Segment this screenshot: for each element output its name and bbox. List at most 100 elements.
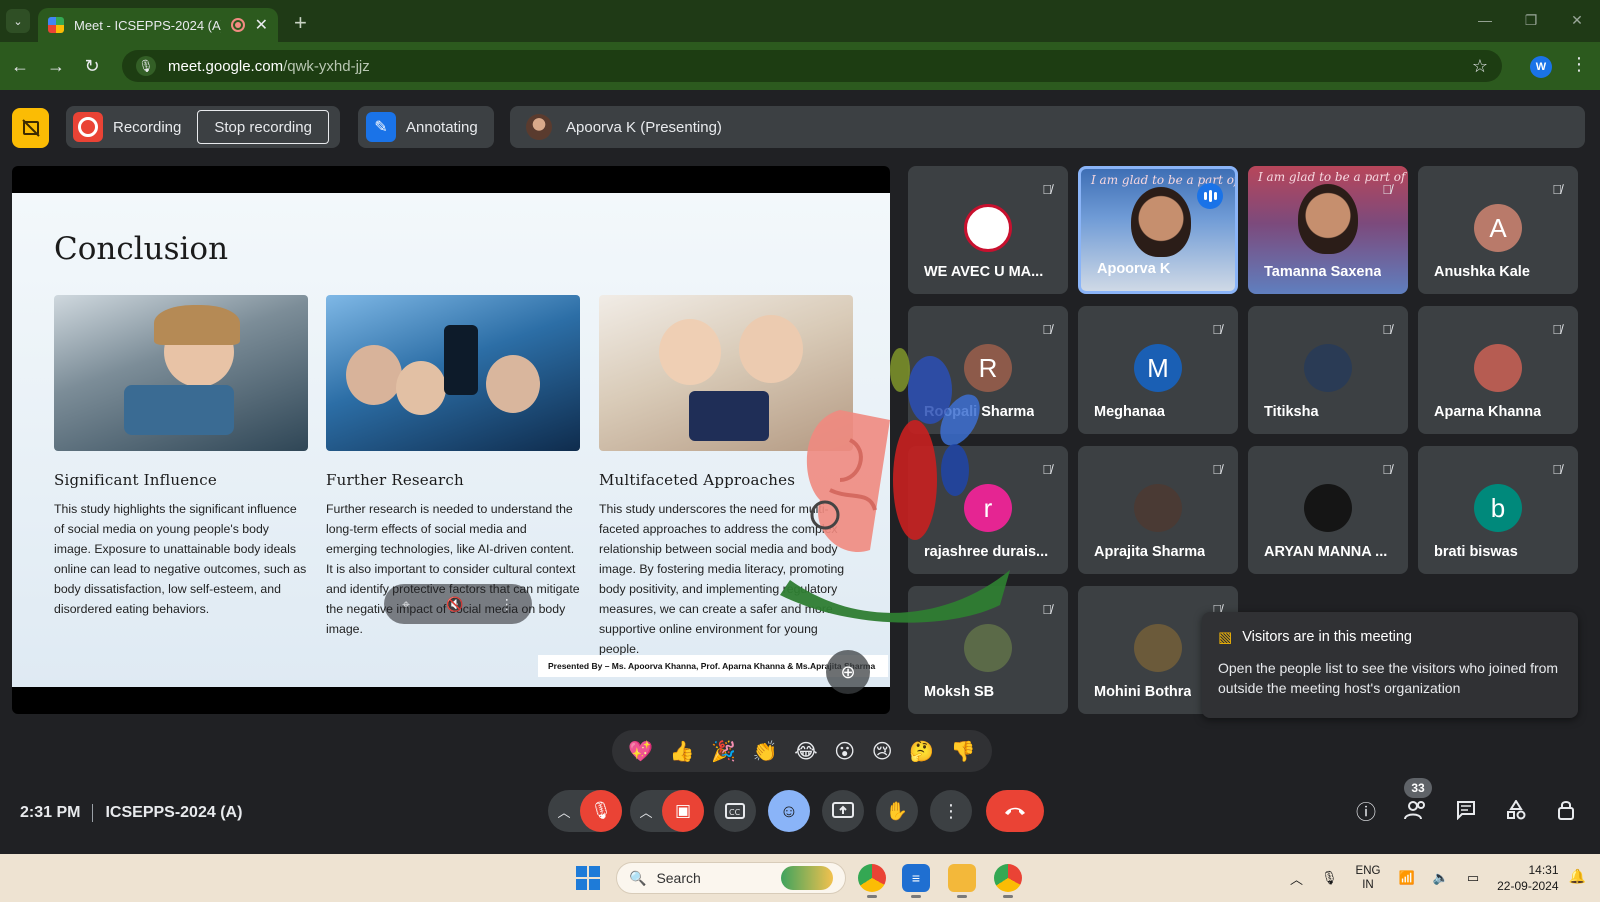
presenting-chip[interactable]: Apoorva K (Presenting) [510,106,1585,148]
participant-tile[interactable]: 🎙̸ Aparna Khanna [1418,306,1578,434]
browser-tab-meet[interactable]: Meet - ICSEPPS-2024 (A) ✕ [38,8,278,42]
mic-muted-icon: 🎙̸ [1212,322,1222,337]
visitors-warning-button[interactable] [12,108,49,148]
reaction-heart[interactable]: 💖 [628,739,653,763]
volume-muted-icon[interactable]: 🔈 [1433,870,1449,886]
chat-button[interactable] [1452,796,1480,824]
annotating-chip[interactable]: ✎ Annotating [358,106,494,148]
notepad-app-icon[interactable]: ≡ [902,864,930,898]
reaction-laugh[interactable]: 😂 [794,739,817,763]
people-icon [1404,801,1425,820]
mic-off-button[interactable]: 🎙 [580,790,622,832]
emoji-reactions-button[interactable]: ☺ [768,790,810,832]
restore-icon[interactable]: ❐ [1508,12,1554,29]
file-explorer-app-icon[interactable] [948,864,976,898]
windows-start-icon[interactable] [576,866,600,890]
participant-avatar: b [1474,484,1522,532]
toast-title-text: Visitors are in this meeting [1242,629,1412,645]
participant-avatar: R [964,344,1012,392]
site-mic-icon[interactable]: 🎙 [136,56,156,76]
meeting-details-info-icon[interactable]: ⓘ [1352,796,1380,824]
reload-icon[interactable]: ↻ [74,56,110,77]
taskbar-search-box[interactable]: 🔍 Search [616,862,846,894]
camera-options-chevron-icon[interactable]: ︿ [630,802,662,821]
reaction-thumbs-down[interactable]: 👎 [951,739,976,763]
forward-icon[interactable]: → [38,56,74,77]
browser-menu-icon[interactable]: ⋮ [1570,54,1588,75]
raise-hand-button[interactable]: ✋ [876,790,918,832]
slide-column-heading: Multifaceted Approaches [599,471,796,489]
reaction-thinking[interactable]: 🤔 [909,739,934,763]
participant-avatar [1304,344,1352,392]
new-tab-button[interactable]: + [294,10,307,36]
back-icon[interactable]: ← [2,56,38,77]
meeting-time: 2:31 PM [20,804,81,821]
minimize-icon[interactable]: — [1462,12,1508,28]
participant-name: Tamanna Saxena [1264,264,1382,280]
tile-more-icon[interactable]: ⋮ [500,596,514,613]
close-window-icon[interactable]: ✕ [1554,12,1600,29]
recording-label: Recording [113,118,182,136]
annotate-pen-icon: ✎ [366,112,396,142]
wifi-icon[interactable]: 📶 [1398,870,1414,886]
host-controls-button[interactable] [1552,796,1580,824]
slide-column-heading: Further Research [326,471,464,489]
participant-tile[interactable]: 🎙̸ Titiksha [1248,306,1408,434]
reaction-clap[interactable]: 👏 [753,739,778,763]
participant-tile[interactable]: 🎙̸ WE AVEC U MA... [908,166,1068,294]
profile-avatar[interactable]: W [1530,56,1552,78]
captions-button[interactable]: CC [714,790,756,832]
reaction-party[interactable]: 🎉 [711,739,736,763]
system-clock[interactable]: 14:31 22-09-2024 [1497,862,1558,894]
participant-avatar: r [964,484,1012,532]
participant-tile[interactable]: M 🎙̸ Meghanaa [1078,306,1238,434]
participant-tile[interactable]: 🎙̸ Aprajita Sharma [1078,446,1238,574]
url-path: /qwk-yxhd-jjz [283,57,370,75]
camera-off-button[interactable]: ▣ [662,790,704,832]
address-bar[interactable]: 🎙 meet.google.com /qwk-yxhd-jjz ☆ [122,50,1502,82]
tab-close-icon[interactable]: ✕ [255,15,268,35]
mic-muted-icon: 🎙̸ [1552,322,1562,337]
mic-control-group: ︿ 🎙 [548,790,622,832]
participant-tile[interactable]: 🎙̸ Moksh SB [908,586,1068,714]
people-button[interactable]: 33 [1402,778,1432,824]
tile-hover-controls: ⌖ 🔇 ⋮ [384,584,532,624]
zoom-in-icon[interactable]: ⊕ [826,650,870,694]
chrome-app-icon[interactable] [858,864,886,898]
tab-search-icon[interactable]: ⌄ [6,9,30,33]
participant-tile[interactable]: r 🎙̸ rajashree durais... [908,446,1068,574]
reaction-sad[interactable]: 😢 [872,739,893,763]
input-language[interactable]: ENG IN [1356,864,1381,892]
participant-tile[interactable]: 🎙̸ ARYAN MANNA ... [1248,446,1408,574]
participant-tile[interactable]: b 🎙̸ brati biswas [1418,446,1578,574]
mic-muted-icon: 🎙̸ [1042,462,1052,477]
search-icon: 🔍 [629,869,647,886]
browser-tabbar: ⌄ Meet - ICSEPPS-2024 (A) ✕ + — ❐ ✕ [0,0,1600,42]
windows-taskbar: 🔍 Search ≡ ︿ 🎙 ENG IN 📶 🔈 ▭ 14:31 22-09-… [0,854,1600,902]
participant-name: Apoorva K [1097,261,1171,277]
show-hidden-icons-chevron-icon[interactable]: ︿ [1290,869,1303,888]
leave-call-button[interactable] [986,790,1044,832]
notifications-bell-icon[interactable]: 🔔 [1569,868,1586,885]
participant-tile[interactable]: I am glad to be a part of Apoorva K [1078,166,1238,294]
reactions-bar: 💖 👍 🎉 👏 😂 😮 😢 🤔 👎 [612,730,992,772]
stop-recording-button[interactable]: Stop recording [197,110,329,144]
bookmark-star-icon[interactable]: ☆ [1472,56,1488,77]
reaction-thumbs-up[interactable]: 👍 [670,739,695,763]
mute-tile-icon[interactable]: 🔇 [446,596,463,613]
slide-image-girls-tablet [599,295,853,451]
battery-icon[interactable]: ▭ [1467,870,1479,886]
participant-tile[interactable]: A 🎙̸ Anushka Kale [1418,166,1578,294]
more-options-button[interactable]: ⋮ [930,790,972,832]
chrome-profile-app-icon[interactable] [994,864,1022,898]
slide-column-heading: Significant Influence [54,471,217,489]
participant-tile[interactable]: R 🎙̸ Roopali Sharma [908,306,1068,434]
participant-video [1131,187,1191,257]
reaction-surprised[interactable]: 😮 [834,739,855,763]
present-screen-button[interactable] [822,790,864,832]
participant-tile[interactable]: I am glad to be a part of ICSEPPS-24🎙̸Ta… [1248,166,1408,294]
pin-off-icon[interactable]: ⌖ [402,596,410,613]
activities-button[interactable] [1502,796,1530,824]
mic-options-chevron-icon[interactable]: ︿ [548,802,580,821]
tray-mic-icon[interactable]: 🎙 [1321,870,1338,886]
